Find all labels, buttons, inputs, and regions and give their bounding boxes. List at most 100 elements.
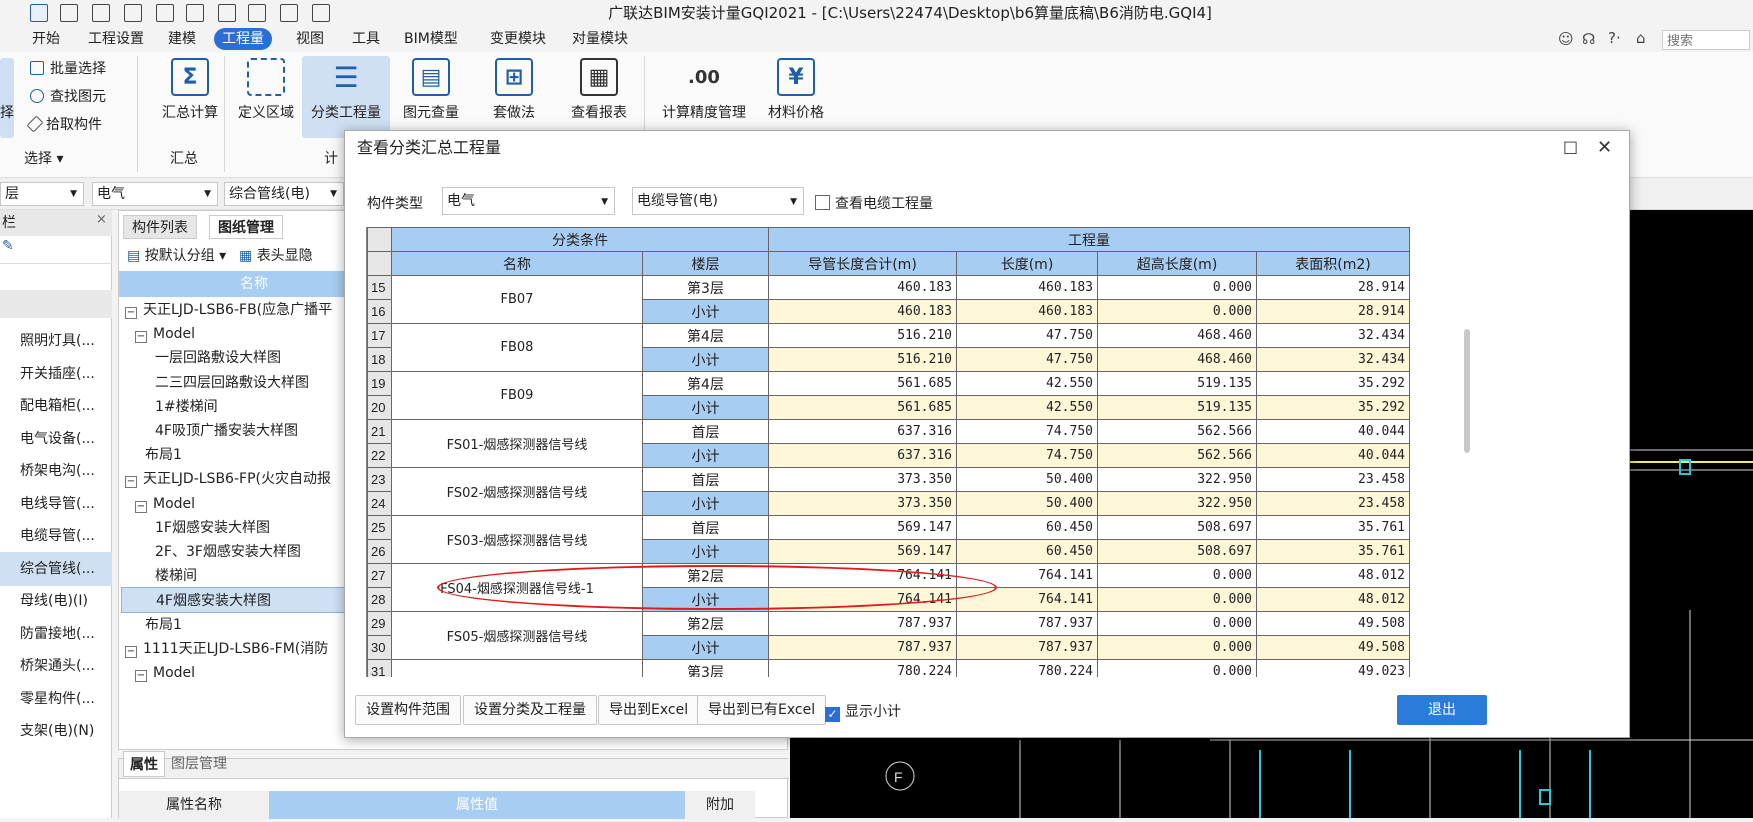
apply-method-button[interactable]: ⊞ 套做法	[488, 58, 540, 122]
nav-item[interactable]: 支架(电)(N)	[0, 714, 112, 748]
sum-icon[interactable]	[218, 4, 236, 22]
app-icon[interactable]	[30, 4, 48, 22]
summary-calc-button[interactable]: Σ 汇总计算	[150, 58, 230, 122]
table-row[interactable]: 15 FB07 第3层 460.183 460.183 0.000 28.914	[367, 275, 1410, 324]
value-cell: 0.000	[1097, 563, 1257, 588]
component-subtype-select[interactable]: 电缆导管(电) ▼	[632, 187, 804, 215]
tab-layer-management[interactable]: 图层管理	[165, 751, 233, 775]
group-by-default-button[interactable]: ▤ 按默认分组 ▾	[127, 245, 226, 265]
export-icon[interactable]	[312, 4, 330, 22]
open-icon[interactable]	[92, 4, 110, 22]
collapse-icon[interactable]: −	[135, 331, 147, 344]
table-icon: ▦	[239, 248, 253, 264]
floor-combo[interactable]: 层 ▼	[0, 182, 84, 206]
nav-search-row[interactable]: ✎	[0, 238, 112, 264]
define-area-button[interactable]: 定义区域	[234, 58, 298, 122]
nav-item[interactable]: 母线(电)(I)	[0, 584, 112, 618]
table-row[interactable]: 25 FS03-烟感探测器信号线 首层 569.147 60.450 508.697 35.…	[367, 515, 1410, 564]
save-icon[interactable]	[124, 4, 142, 22]
find-element-button[interactable]: 查找图元	[30, 86, 106, 106]
nav-item[interactable]: 电缆导管(...	[0, 519, 112, 553]
table-row[interactable]: 31 第3层 780.224 780.224 0.000 49.023	[367, 659, 1410, 677]
grid-icon[interactable]	[248, 4, 266, 22]
exit-button[interactable]: 退出	[1397, 695, 1487, 725]
dashed-rect-icon	[247, 58, 285, 96]
nav-item[interactable]: 电气设备(...	[0, 422, 112, 456]
component-type-combo[interactable]: 综合管线(电) ▼	[224, 182, 344, 206]
table-row[interactable]: 21 FS01-烟感探测器信号线 首层 637.316 74.750 562.566 40.…	[367, 419, 1410, 468]
collapse-icon[interactable]: −	[125, 307, 137, 319]
menu-7[interactable]: 变更模块	[482, 28, 554, 50]
new-icon[interactable]	[60, 4, 78, 22]
collapse-icon[interactable]: −	[135, 670, 147, 682]
tree-node-label: 二三四层回路敷设大样图	[155, 374, 309, 391]
table-row[interactable]: 23 FS02-烟感探测器信号线 首层 373.350 50.400 322.950 23.…	[367, 467, 1410, 516]
export-excel-button[interactable]: 导出到Excel	[598, 695, 700, 725]
yen-icon: ¥	[777, 58, 815, 96]
collapse-icon[interactable]: −	[125, 645, 137, 658]
tab-properties[interactable]: 属性	[123, 751, 165, 777]
red-highlight-ellipse	[437, 565, 997, 610]
nav-item[interactable]: 开关插座(...	[0, 357, 112, 391]
nav-item[interactable]: 桥架通头(...	[0, 649, 112, 683]
user-icon[interactable]: ☺	[1558, 30, 1574, 48]
menu-2[interactable]: 建模	[160, 28, 204, 50]
menu-3[interactable]: 工程量	[214, 28, 272, 50]
value-cell: 780.224	[768, 659, 957, 677]
row-number: 27	[367, 563, 392, 588]
nav-item[interactable]: 桥架电沟(...	[0, 454, 112, 488]
value-cell: 35.292	[1256, 371, 1410, 396]
collapse-icon[interactable]: −	[135, 500, 147, 513]
redo-icon[interactable]	[186, 4, 204, 22]
component-type-select[interactable]: 电气 ▼	[442, 187, 615, 215]
nav-item[interactable]: 电线导管(...	[0, 487, 112, 521]
view-report-button[interactable]: ▦ 查看报表	[566, 58, 632, 122]
collapse-icon[interactable]: −	[125, 476, 137, 489]
tab-component-list[interactable]: 构件列表	[123, 215, 197, 239]
batch-select-button[interactable]: 批量选择	[30, 58, 106, 78]
shirt-icon[interactable]: ⌂	[1636, 29, 1646, 47]
sigma-icon: Σ	[171, 58, 209, 96]
export-existing-excel-button[interactable]: 导出到已有Excel	[697, 695, 827, 725]
list-icon[interactable]	[280, 4, 298, 22]
header-toggle-button[interactable]: ▦ 表头显隐	[239, 245, 313, 265]
show-subtotal-checkbox[interactable]: ✓ 显示小计	[825, 701, 901, 722]
element-check-button[interactable]: ▤ 图元查量	[398, 58, 464, 122]
tree-node-label: Model	[153, 495, 196, 512]
menu-1[interactable]: 工程设置	[80, 28, 152, 50]
close-icon[interactable]: ✕	[1597, 137, 1612, 158]
help-icon[interactable]: ?·	[1608, 29, 1621, 47]
category-quantity-button[interactable]: ☰ 分类工程量	[302, 56, 390, 138]
close-icon[interactable]: ×	[96, 212, 107, 227]
undo-icon[interactable]	[156, 4, 174, 22]
menu-4[interactable]: 视图	[288, 28, 332, 50]
set-classification-button[interactable]: 设置分类及工程量	[463, 695, 597, 725]
set-component-range-button[interactable]: 设置构件范围	[355, 695, 461, 725]
headset-icon[interactable]: ☊	[1582, 30, 1595, 48]
menu-6[interactable]: BIM模型	[396, 28, 466, 50]
table-row[interactable]: 19 FB09 第4层 561.685 42.550 519.135 35.292	[367, 371, 1410, 420]
nav-item[interactable]: 配电箱柜(...	[0, 389, 112, 423]
menu-8[interactable]: 对量模块	[564, 28, 636, 50]
menu-5[interactable]: 工具	[344, 28, 388, 50]
tree-node-label: 2F、3F烟感安装大样图	[155, 544, 301, 560]
table-row[interactable]: 29 FS05-烟感探测器信号线 第2层 787.937 787.937 0.000 49.…	[367, 611, 1410, 660]
tab-drawing-management[interactable]: 图纸管理	[209, 215, 283, 239]
floor-cell: 小计	[642, 299, 769, 324]
precision-manage-button[interactable]: .00 计算精度管理	[656, 58, 752, 122]
nav-item[interactable]: 照明灯具(...	[0, 324, 112, 358]
menu-0[interactable]: 开始	[24, 28, 68, 50]
table-scrollbar[interactable]	[1464, 329, 1470, 453]
select-button[interactable]: 择	[0, 58, 14, 138]
nav-item[interactable]: 防雷接地(...	[0, 617, 112, 651]
floor-cell: 小计	[642, 491, 769, 516]
maximize-icon[interactable]: □	[1563, 137, 1578, 156]
specialty-combo[interactable]: 电气 ▼	[92, 182, 218, 206]
pick-component-button[interactable]: 拾取构件	[26, 114, 102, 134]
nav-item[interactable]: 零星构件(...	[0, 682, 112, 716]
nav-item[interactable]: 综合管线(...	[0, 551, 112, 586]
material-price-button[interactable]: ¥ 材料价格	[762, 58, 830, 122]
show-cable-checkbox[interactable]: 查看电缆工程量	[815, 193, 933, 213]
table-row[interactable]: 17 FB08 第4层 516.210 47.750 468.460 32.434	[367, 323, 1410, 372]
search-input[interactable]	[1662, 30, 1750, 50]
